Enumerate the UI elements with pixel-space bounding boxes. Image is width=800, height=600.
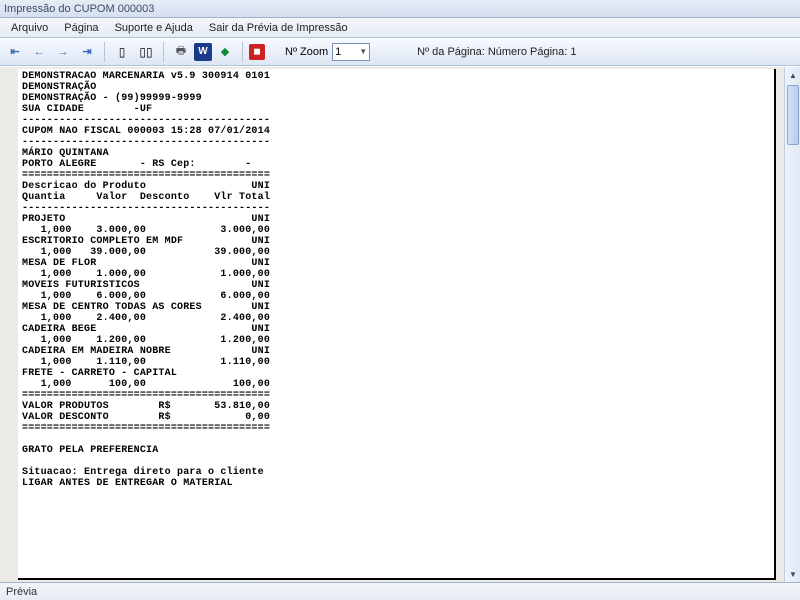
vertical-scrollbar[interactable]: ▲ ▼ xyxy=(784,67,800,582)
next-page-button[interactable]: → xyxy=(52,41,74,63)
page-info: Nº da Página: Número Página: 1 xyxy=(417,46,576,58)
zoom-value: 1 xyxy=(335,46,341,58)
window-title: Impressão do CUPOM 000003 xyxy=(4,3,154,15)
scrollbar-thumb[interactable] xyxy=(787,85,799,145)
chevron-down-icon: ▼ xyxy=(359,47,367,56)
separator xyxy=(104,42,105,62)
scroll-down-icon[interactable]: ▼ xyxy=(785,566,800,582)
separator xyxy=(163,42,164,62)
scroll-up-icon[interactable]: ▲ xyxy=(785,67,800,83)
zoom-group: Nº Zoom 1 ▼ xyxy=(285,43,370,61)
zoom-select[interactable]: 1 ▼ xyxy=(332,43,370,61)
two-page-icon[interactable]: ▯▯ xyxy=(135,41,157,63)
status-text: Prévia xyxy=(6,586,37,598)
menu-suporte[interactable]: Suporte e Ajuda xyxy=(108,20,200,36)
word-export-button[interactable]: W xyxy=(194,43,212,61)
menu-arquivo[interactable]: Arquivo xyxy=(4,20,55,36)
status-bar: Prévia xyxy=(0,582,800,600)
zoom-label: Nº Zoom xyxy=(285,46,328,58)
toolbar: ⇤ ← → ⇥ ▯ ▯▯ 🖶 W ◆ ◼ Nº Zoom 1 ▼ Nº da P… xyxy=(0,38,800,66)
preview-area: DEMONSTRACAO MARCENARIA v5.9 300914 0101… xyxy=(0,66,800,582)
last-page-button[interactable]: ⇥ xyxy=(76,41,98,63)
single-page-icon[interactable]: ▯ xyxy=(111,41,133,63)
separator xyxy=(242,42,243,62)
first-page-button[interactable]: ⇤ xyxy=(4,41,26,63)
stop-button[interactable]: ◼ xyxy=(249,44,265,60)
print-button[interactable]: 🖶 xyxy=(170,41,192,63)
title-bar: Impressão do CUPOM 000003 xyxy=(0,0,800,18)
prev-page-button[interactable]: ← xyxy=(28,41,50,63)
page-label: Nº da Página: xyxy=(417,46,485,58)
excel-export-button[interactable]: ◆ xyxy=(214,41,236,63)
page-value: Número Página: 1 xyxy=(488,46,577,58)
menu-pagina[interactable]: Página xyxy=(57,20,105,36)
paper: DEMONSTRACAO MARCENARIA v5.9 300914 0101… xyxy=(18,69,776,580)
menu-sair[interactable]: Sair da Prévia de Impressão xyxy=(202,20,355,36)
menu-bar: Arquivo Página Suporte e Ajuda Sair da P… xyxy=(0,18,800,38)
receipt-content: DEMONSTRACAO MARCENARIA v5.9 300914 0101… xyxy=(18,69,774,491)
